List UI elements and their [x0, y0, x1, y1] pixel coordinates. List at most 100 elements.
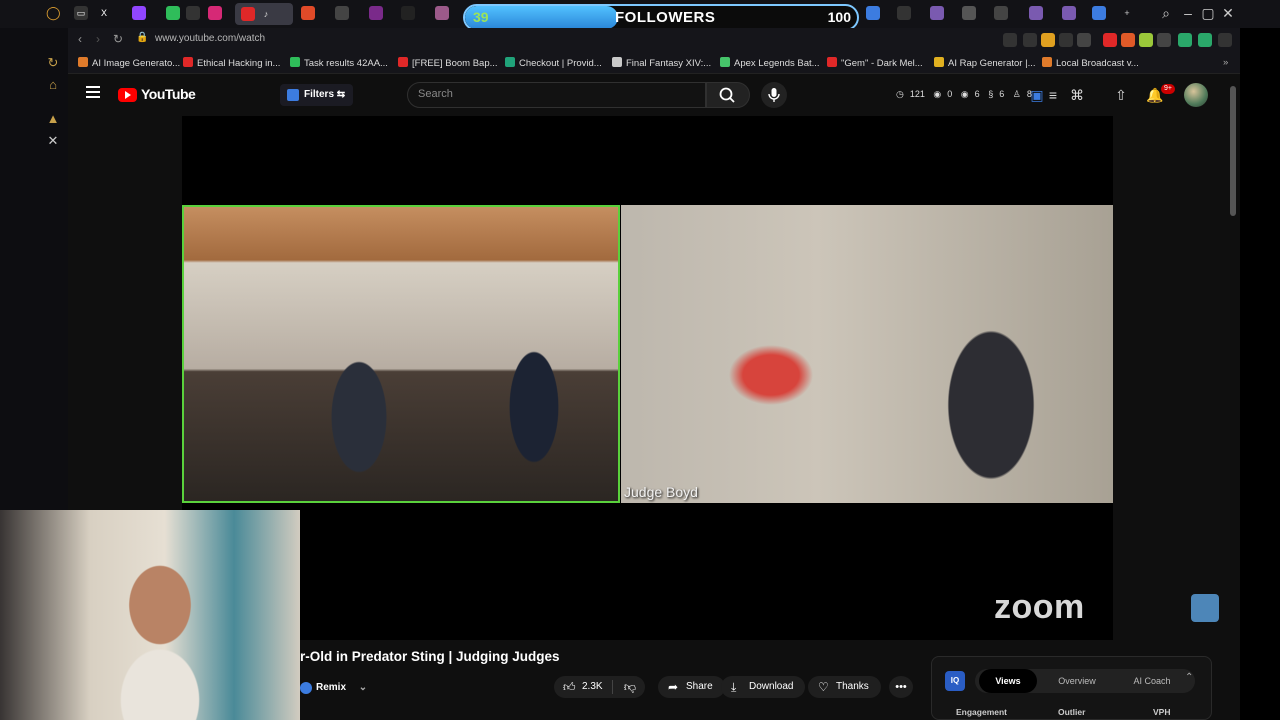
audio-playing-icon[interactable]: ♪	[259, 7, 273, 21]
active-tab[interactable]: ♪	[235, 3, 293, 25]
tab-favicon[interactable]	[186, 6, 200, 20]
thanks-button[interactable]: ♡ Thanks	[808, 676, 881, 698]
twitch-tab-icon[interactable]	[132, 6, 146, 20]
voice-search-button[interactable]	[761, 82, 787, 108]
bookmark-item[interactable]: Final Fantasy XIV:...	[612, 57, 711, 69]
bookmark-favicon-icon	[183, 57, 193, 67]
minimize-icon[interactable]: –	[1180, 5, 1196, 21]
bookmark-item[interactable]: Task results 42AA...	[290, 57, 388, 69]
tab-ai-coach[interactable]: AI Coach	[1115, 669, 1189, 693]
tab-favicon[interactable]	[897, 6, 911, 20]
like-button[interactable]: 👍︎ 2.3K	[554, 676, 610, 698]
forward-icon[interactable]: ›	[96, 32, 100, 46]
bookmark-item[interactable]: Checkout | Provid...	[505, 57, 602, 69]
search-tabs-icon[interactable]: ⌕	[1158, 5, 1174, 22]
clock-icon: ◷	[896, 89, 904, 99]
instagram-tab-icon[interactable]	[208, 6, 222, 20]
share-button[interactable]: ➦ Share	[658, 676, 725, 698]
scrollbar-thumb[interactable]	[1230, 86, 1236, 216]
tab-strip: ◯ ▭ X ♪ 39 FOLLOWERS 100 + ⌕ – ▢ ✕	[0, 0, 1280, 31]
tab-favicon[interactable]	[401, 6, 415, 20]
chevron-up-icon[interactable]: ⌃	[1185, 672, 1193, 683]
bookmark-item[interactable]: AI Image Generato...	[78, 57, 180, 69]
more-icon: •••	[895, 681, 907, 693]
bookmark-favicon-icon	[827, 57, 837, 67]
share-icon: ➦	[668, 680, 679, 694]
tab-favicon[interactable]	[962, 6, 976, 20]
bookmarks-overflow-icon[interactable]: »	[1223, 57, 1228, 68]
video-title: r-Old in Predator Sting | Judging Judges	[300, 649, 560, 664]
menu-icon[interactable]	[1218, 33, 1232, 47]
filters-button[interactable]: Filters ⇆	[280, 84, 354, 106]
bookmark-favicon-icon	[934, 57, 944, 67]
extensions-menu-icon[interactable]	[1157, 33, 1171, 47]
extension-icon[interactable]	[1023, 33, 1037, 47]
youtube-tab-icon	[241, 7, 255, 21]
dislike-button[interactable]: 👎︎	[617, 676, 643, 698]
extension-icon[interactable]	[1139, 33, 1153, 47]
back-icon[interactable]: ‹	[78, 32, 82, 46]
youtube-header: YouTube Filters ⇆ ◷121 ◉0 ◉6 §6 ♙8 ▣ ≡ ⌘…	[68, 74, 1240, 116]
youtube-play-icon	[118, 88, 137, 102]
extension-icon[interactable]	[1041, 33, 1055, 47]
new-tab-icon[interactable]: +	[1120, 6, 1134, 20]
x-tab-icon[interactable]: X	[97, 6, 111, 20]
extension-icon[interactable]	[1077, 33, 1091, 47]
extension-icon[interactable]	[1059, 33, 1073, 47]
bookmark-item[interactable]: Apex Legends Bat...	[720, 57, 820, 69]
more-actions-button[interactable]: •••	[889, 676, 913, 698]
bookmark-item[interactable]: "Gem" - Dark Mel...	[827, 57, 923, 69]
bookmark-icon[interactable]	[1003, 33, 1017, 47]
close-window-icon[interactable]: ✕	[1220, 5, 1236, 22]
bookmark-manager-icon[interactable]: ⌂	[44, 76, 62, 94]
tab-favicon[interactable]	[369, 6, 383, 20]
tab-favicon[interactable]	[994, 6, 1008, 20]
url-field[interactable]: www.youtube.com/watch	[155, 33, 265, 44]
tab-favicon[interactable]	[301, 6, 315, 20]
search-input[interactable]	[418, 88, 688, 100]
zoom-participant-tile	[621, 205, 1113, 503]
search-button[interactable]	[706, 82, 750, 108]
maximize-icon[interactable]: ▢	[1200, 5, 1216, 22]
list-icon[interactable]: ≡	[1044, 86, 1062, 104]
tab-views[interactable]: Views	[979, 669, 1037, 693]
history-icon[interactable]: ↻	[44, 54, 62, 72]
tab-favicon[interactable]	[1062, 6, 1076, 20]
bookmark-item[interactable]: AI Rap Generator |...	[934, 57, 1035, 69]
bookmark-item[interactable]: [FREE] Boom Bap...	[398, 57, 498, 69]
bookmark-item[interactable]: Ethical Hacking in...	[183, 57, 280, 69]
tab-favicon[interactable]	[166, 6, 180, 20]
channel-watermark[interactable]	[1191, 594, 1219, 622]
site-info-icon[interactable]: 🔒	[136, 32, 148, 43]
extension-icon[interactable]	[1121, 33, 1135, 47]
zoom-participant-tile-active	[182, 205, 620, 503]
tab-overview[interactable]: Overview	[1045, 669, 1109, 693]
tab-favicon[interactable]	[1092, 6, 1106, 20]
upload-icon[interactable]: ⇧	[1112, 86, 1130, 104]
menu-icon[interactable]	[86, 86, 100, 98]
opera-logo-icon[interactable]: ◯	[46, 6, 61, 20]
avatar[interactable]	[1184, 83, 1208, 107]
address-bar: ‹ › ↻ 🔒 www.youtube.com/watch	[68, 28, 1240, 52]
download-button[interactable]: ⤓ Download	[721, 676, 806, 698]
extension-icon[interactable]	[1103, 33, 1117, 47]
tab-favicon[interactable]: ▭	[74, 6, 88, 20]
tab-favicon[interactable]	[435, 6, 449, 20]
stat-c: 6	[999, 89, 1005, 99]
x-app-icon[interactable]: ✕	[44, 132, 62, 150]
participant-name-label: Judge Boyd	[624, 484, 698, 500]
sidebar-app-icon[interactable]: ▲	[44, 110, 62, 128]
bookmark-item[interactable]: Local Broadcast v...	[1042, 57, 1139, 69]
remix-button[interactable]: Remix ⌄	[300, 678, 367, 698]
tab-favicon[interactable]	[335, 6, 349, 20]
reload-icon[interactable]: ↻	[113, 32, 123, 46]
tab-favicon[interactable]	[1029, 6, 1043, 20]
bookmark-favicon-icon	[1042, 57, 1052, 67]
extension-icon[interactable]	[1198, 33, 1212, 47]
tab-favicon[interactable]	[930, 6, 944, 20]
panel-logo: IQ	[945, 671, 965, 691]
bookmark-label: Local Broadcast v...	[1056, 58, 1139, 69]
extension-icon[interactable]: ⌘	[1068, 86, 1086, 104]
profile-icon[interactable]	[1178, 33, 1192, 47]
tab-favicon[interactable]	[866, 6, 880, 20]
